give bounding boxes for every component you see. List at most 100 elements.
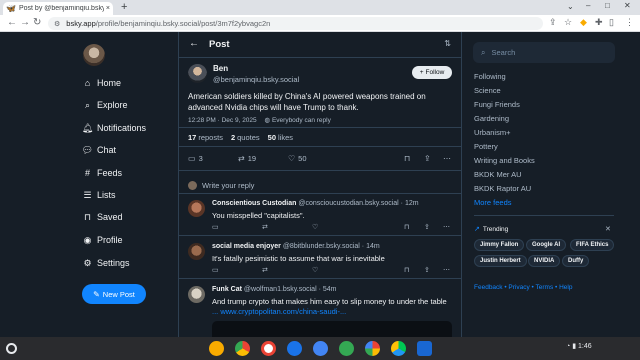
quotes-stat[interactable]: 2 quotes — [231, 133, 260, 142]
heart-icon[interactable]: ♡ — [312, 266, 318, 274]
my-avatar[interactable] — [83, 44, 105, 66]
launcher-icon[interactable] — [6, 343, 17, 354]
reply-author-handle[interactable]: @conscioucustodian.bsky.social · 12m — [298, 200, 418, 207]
feed-link[interactable]: Fungi Friends — [474, 100, 520, 109]
share-icon[interactable]: ⇪ — [424, 266, 430, 274]
repost-icon[interactable]: ⇄ — [262, 223, 268, 231]
post-author-avatar[interactable] — [188, 64, 207, 83]
feed-link[interactable]: BKDK Mer AU — [474, 170, 522, 179]
search-input[interactable]: ⌕ Search — [473, 42, 615, 63]
reply-author-handle[interactable]: @8bitblunder.bsky.social · 14m — [283, 243, 380, 250]
reply-author-name[interactable]: Conscientious Custodian — [212, 200, 296, 207]
sort-replies-icon[interactable]: ⇅ — [444, 39, 451, 48]
trending-pill[interactable]: Jimmy Fallon — [474, 239, 525, 251]
trending-pill[interactable]: NVIDIA — [528, 255, 561, 267]
reply-author-name[interactable]: social media enjoyer — [212, 243, 281, 250]
bookmark-icon[interactable]: ⊓ — [404, 223, 409, 231]
feed-link[interactable]: Science — [474, 86, 501, 95]
star-icon[interactable]: ☆ — [564, 17, 572, 28]
back-icon[interactable]: ← — [7, 17, 17, 28]
feed-link[interactable]: BKDK Raptor AU — [474, 184, 531, 193]
trending-close-icon[interactable]: ✕ — [605, 225, 611, 233]
bookmark-icon[interactable]: ⊓ — [404, 266, 409, 274]
tab-close-icon[interactable]: × — [106, 5, 110, 12]
write-reply-box[interactable]: Write your reply — [179, 177, 461, 194]
reply-item[interactable]: social media enjoyer @8bitblunder.bsky.s… — [179, 237, 461, 279]
camera-icon[interactable] — [313, 341, 328, 356]
nav-lists[interactable]: ☰ Lists — [82, 188, 115, 202]
trending-pill[interactable]: FIFA Ethics — [570, 239, 615, 251]
reply-button[interactable]: ▭ 3 — [188, 154, 203, 163]
follow-button[interactable]: + Follow — [412, 66, 452, 79]
photos-icon[interactable] — [365, 341, 380, 356]
more-icon[interactable]: ⋯ — [443, 266, 450, 274]
side-panel-icon[interactable]: ▯ — [609, 17, 614, 28]
gmail-icon[interactable] — [261, 341, 276, 356]
site-info-icon[interactable]: ⚙ — [54, 20, 60, 28]
maximize-icon[interactable]: □ — [605, 1, 610, 10]
nav-settings[interactable]: ⚙ Settings — [82, 256, 129, 270]
address-bar[interactable]: ⚙ bsky.app /profile/benjaminqiu.bsky.soc… — [48, 17, 543, 30]
sheets-icon[interactable] — [339, 341, 354, 356]
back-arrow-icon[interactable]: ← — [189, 38, 199, 49]
trending-pill[interactable]: Google AI — [526, 239, 567, 251]
footer-links[interactable]: Feedback • Privacy • Terms • Help — [474, 284, 572, 291]
post-author-handle[interactable]: @benjaminqiu.bsky.social — [213, 75, 299, 84]
nav-notifications[interactable]: 🔔︎ Notifications — [82, 121, 146, 135]
share-button[interactable]: ⇪ — [424, 154, 434, 163]
nav-profile[interactable]: ◉ Profile — [82, 233, 123, 247]
window-close-icon[interactable]: ✕ — [624, 1, 631, 10]
nav-explore[interactable]: ⌕ Explore — [82, 98, 128, 112]
feed-link[interactable]: Pottery — [474, 142, 498, 151]
extensions-puzzle-icon[interactable]: ✚ — [595, 17, 603, 28]
reply-icon[interactable]: ▭ — [212, 223, 219, 231]
feed-link[interactable]: Urbanism+ — [474, 128, 510, 137]
reply-item[interactable]: Funk Cat @wolfman1.bsky.social · 54m And… — [179, 280, 461, 337]
nav-saved[interactable]: ⊓ Saved — [82, 210, 123, 224]
like-button[interactable]: ♡ 50 — [288, 154, 307, 163]
forward-icon[interactable]: → — [20, 17, 30, 28]
chrome-icon[interactable] — [235, 341, 250, 356]
reply-audience[interactable]: Everybody can reply — [272, 117, 331, 124]
reply-item[interactable]: Conscientious Custodian @conscioucustodi… — [179, 194, 461, 236]
reply-avatar[interactable] — [188, 243, 205, 260]
share-icon[interactable]: ⇪ — [549, 17, 557, 28]
more-button[interactable]: ⋯ — [443, 154, 454, 163]
more-feeds-link[interactable]: More feeds — [474, 198, 512, 207]
reload-icon[interactable]: ↻ — [33, 17, 41, 28]
repost-button[interactable]: ⇄ 19 — [238, 154, 256, 163]
reposts-stat[interactable]: 17 reposts — [188, 133, 223, 142]
tab-search-icon[interactable]: ⌄ — [567, 2, 574, 11]
repost-icon[interactable]: ⇄ — [262, 266, 268, 274]
status-area[interactable]: ◔ ▮ 1:46 — [566, 342, 592, 350]
nav-chat[interactable]: 💬︎ Chat — [82, 143, 116, 157]
browser-tab[interactable]: 🦋 Post by @benjaminqiu.bsky.soc × — [3, 2, 113, 15]
heart-icon[interactable]: ♡ — [312, 223, 318, 231]
bookmark-button[interactable]: ⊓ — [404, 154, 413, 163]
reply-author-name[interactable]: Funk Cat — [212, 286, 242, 293]
reply-author-handle[interactable]: @wolfman1.bsky.social · 54m — [244, 286, 337, 293]
reply-icon[interactable]: ▭ — [212, 266, 219, 274]
feed-link[interactable]: Writing and Books — [474, 156, 535, 165]
play-store-icon[interactable] — [391, 341, 406, 356]
likes-stat[interactable]: 50 likes — [268, 133, 293, 142]
nav-home[interactable]: ⌂ Home — [82, 76, 121, 90]
files-app-icon[interactable] — [209, 341, 224, 356]
docs-icon[interactable] — [417, 341, 432, 356]
post-author-name[interactable]: Ben — [213, 64, 228, 73]
new-post-button[interactable]: ✎ New Post — [82, 284, 146, 304]
reply-avatar[interactable] — [188, 286, 205, 303]
trending-pill[interactable]: Duffy — [562, 255, 590, 267]
minimize-icon[interactable]: – — [586, 1, 590, 10]
meet-icon[interactable] — [287, 341, 302, 356]
more-icon[interactable]: ⋯ — [443, 223, 450, 231]
trending-pill[interactable]: Justin Herbert — [474, 255, 527, 267]
link-preview-card[interactable] — [212, 321, 452, 337]
menu-icon[interactable]: ⋮ — [625, 17, 634, 28]
feed-link[interactable]: Following — [474, 72, 506, 81]
reply-link[interactable]: ... www.cryptopolitan.com/china-saudi-..… — [212, 307, 457, 317]
share-icon[interactable]: ⇪ — [424, 223, 430, 231]
new-tab-button[interactable]: + — [121, 1, 127, 13]
feed-link[interactable]: Gardening — [474, 114, 509, 123]
reply-avatar[interactable] — [188, 200, 205, 217]
